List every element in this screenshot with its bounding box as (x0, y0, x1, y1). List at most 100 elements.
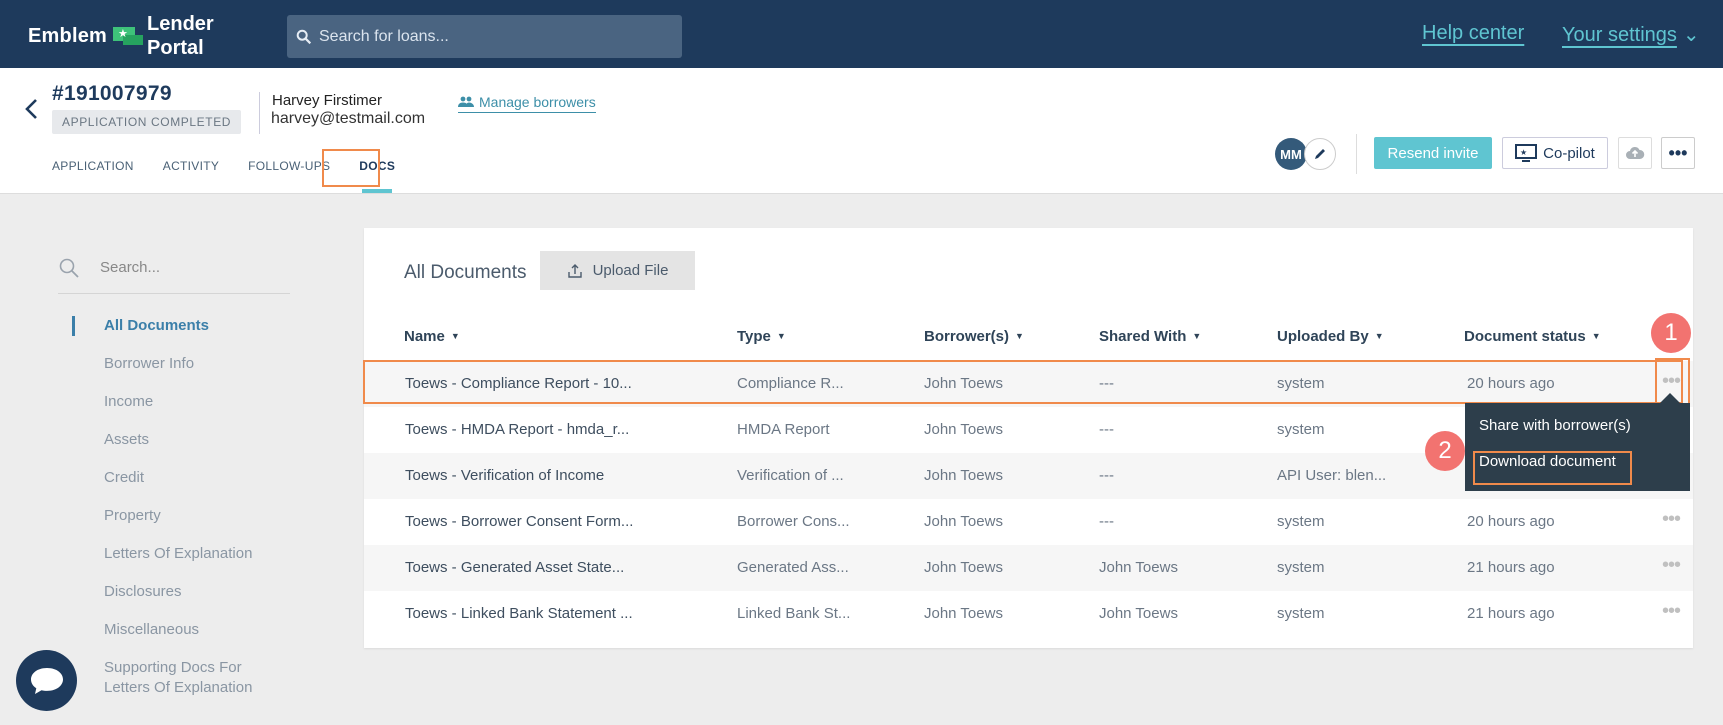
chevron-down-icon: ⌄ (1682, 24, 1700, 46)
sidebar-item-all-documents[interactable]: All Documents (72, 316, 262, 336)
document-type: Generated Ass... (737, 559, 849, 576)
sidebar-item-borrower-info[interactable]: Borrower Info (72, 354, 262, 392)
column-header-uploaded-by[interactable]: Uploaded By ▼ (1277, 328, 1384, 345)
document-name[interactable]: Toews - HMDA Report - hmda_r... (405, 421, 629, 438)
back-arrow-icon[interactable] (20, 94, 42, 124)
monitor-star-icon: ★ (1515, 144, 1538, 162)
column-header-borrowers[interactable]: Borrower(s) ▼ (924, 328, 1024, 345)
upload-icon (567, 263, 582, 278)
document-borrower: John Toews (924, 421, 1003, 438)
sort-caret-icon: ▼ (776, 331, 786, 341)
co-pilot-button[interactable]: ★ Co-pilot (1502, 137, 1608, 169)
sidebar-item-assets[interactable]: Assets (72, 430, 262, 468)
document-borrower: John Toews (924, 559, 1003, 576)
document-name[interactable]: Toews - Compliance Report - 10... (405, 375, 632, 392)
co-pilot-label: Co-pilot (1543, 144, 1595, 162)
document-borrower: John Toews (924, 605, 1003, 622)
upload-file-button[interactable]: Upload File (540, 251, 695, 290)
share-with-borrowers-menu-item[interactable]: Share with borrower(s) (1479, 417, 1631, 434)
sidebar-item-letters-of-explanation[interactable]: Letters Of Explanation (72, 544, 262, 582)
loan-search-input[interactable] (319, 27, 669, 46)
column-header-type[interactable]: Type ▼ (737, 328, 786, 345)
borrower-name: Harvey Firstimer (272, 92, 383, 109)
resend-invite-button[interactable]: Resend invite (1374, 137, 1492, 169)
document-shared-with: --- (1099, 467, 1114, 484)
sidebar-item-credit[interactable]: Credit (72, 468, 262, 506)
tab-docs[interactable]: DOCS (359, 158, 395, 193)
logo-text-emblem: Emblem (28, 24, 108, 47)
sidebar-item-supporting-docs[interactable]: Supporting Docs For Letters Of Explanati… (72, 658, 262, 706)
sidebar-item-property[interactable]: Property (72, 506, 262, 544)
document-name[interactable]: Toews - Generated Asset State... (405, 559, 624, 576)
upload-file-label: Upload File (592, 262, 669, 279)
cloud-upload-button[interactable] (1618, 137, 1652, 169)
your-settings-menu[interactable]: Your settings ⌄ (1562, 22, 1700, 47)
help-center-link[interactable]: Help center (1422, 22, 1524, 45)
chat-support-button[interactable] (16, 650, 77, 711)
column-header-shared-with[interactable]: Shared With ▼ (1099, 328, 1201, 345)
document-shared-with: John Toews (1099, 605, 1178, 622)
sidebar-item-income[interactable]: Income (72, 392, 262, 430)
row-actions-icon[interactable]: ••• (1662, 509, 1681, 529)
document-status: 20 hours ago (1467, 513, 1555, 530)
svg-text:★: ★ (1520, 148, 1527, 157)
step-callout-1: 1 (1651, 313, 1691, 353)
search-icon (296, 29, 312, 44)
people-icon (458, 96, 474, 107)
document-shared-with: --- (1099, 421, 1114, 438)
document-search-box[interactable] (58, 242, 290, 294)
document-uploaded-by: system (1277, 559, 1325, 576)
sidebar-item-disclosures[interactable]: Disclosures (72, 582, 262, 620)
tab-activity[interactable]: ACTIVITY (163, 158, 219, 182)
document-name[interactable]: Toews - Verification of Income (405, 467, 604, 484)
emblem-lender-portal-logo[interactable]: Emblem ★ Lender Portal (28, 12, 214, 60)
top-navigation-bar: Emblem ★ Lender Portal Help center Your … (0, 0, 1723, 68)
logo-text-lender: Lender (147, 13, 214, 35)
document-name[interactable]: Toews - Linked Bank Statement ... (405, 605, 633, 622)
document-type: Verification of ... (737, 467, 844, 484)
row-actions-icon[interactable]: ••• (1662, 555, 1681, 575)
step-callout-2: 2 (1425, 431, 1465, 471)
document-uploaded-by: system (1277, 513, 1325, 530)
row-actions-icon[interactable]: ••• (1662, 371, 1681, 391)
chat-bubble-icon (30, 667, 63, 694)
sort-caret-icon: ▼ (1374, 331, 1384, 341)
application-status-badge: APPLICATION COMPLETED (52, 110, 242, 134)
document-borrower: John Toews (924, 375, 1003, 392)
cloud-upload-icon (1626, 146, 1645, 159)
loan-search-box[interactable] (287, 15, 682, 58)
table-row[interactable]: Toews - Borrower Consent Form... Borrowe… (364, 499, 1693, 545)
table-row[interactable]: Toews - Linked Bank Statement ... Linked… (364, 591, 1693, 637)
table-row[interactable]: Toews - Generated Asset State... Generat… (364, 545, 1693, 591)
column-header-document-status[interactable]: Document status ▼ (1464, 328, 1601, 345)
document-borrower: John Toews (924, 513, 1003, 530)
header-actions-divider (1356, 134, 1357, 174)
document-search-input[interactable] (100, 259, 280, 276)
sidebar-item-miscellaneous[interactable]: Miscellaneous (72, 620, 262, 658)
manage-borrowers-link[interactable]: Manage borrowers (458, 94, 596, 113)
edit-assignee-button[interactable] (1304, 138, 1336, 170)
sort-caret-icon: ▼ (1015, 331, 1024, 341)
document-name[interactable]: Toews - Borrower Consent Form... (405, 513, 633, 530)
your-settings-label: Your settings (1562, 24, 1677, 46)
document-status: 20 hours ago (1467, 375, 1555, 392)
logo-text-portal: Portal (147, 37, 204, 59)
menu-pointer (1660, 393, 1680, 403)
loan-header: #191007979 APPLICATION COMPLETED Harvey … (0, 68, 1723, 194)
document-category-list: All Documents Borrower Info Income Asset… (72, 316, 262, 706)
pencil-icon (1315, 149, 1325, 159)
avatar[interactable]: MM (1275, 138, 1307, 170)
more-options-button[interactable]: ••• (1661, 137, 1695, 169)
header-divider (259, 92, 260, 134)
row-actions-menu: Share with borrower(s) Download document (1465, 403, 1690, 491)
table-row[interactable]: Toews - Compliance Report - 10... Compli… (364, 361, 1693, 407)
document-status: 21 hours ago (1467, 559, 1555, 576)
document-status: 21 hours ago (1467, 605, 1555, 622)
document-uploaded-by: system (1277, 605, 1325, 622)
tab-application[interactable]: APPLICATION (52, 158, 134, 182)
download-document-menu-item[interactable]: Download document (1479, 453, 1616, 470)
document-shared-with: --- (1099, 375, 1114, 392)
row-actions-icon[interactable]: ••• (1662, 601, 1681, 621)
tab-follow-ups[interactable]: FOLLOW-UPS (248, 158, 330, 182)
column-header-name[interactable]: Name ▼ (404, 328, 460, 345)
